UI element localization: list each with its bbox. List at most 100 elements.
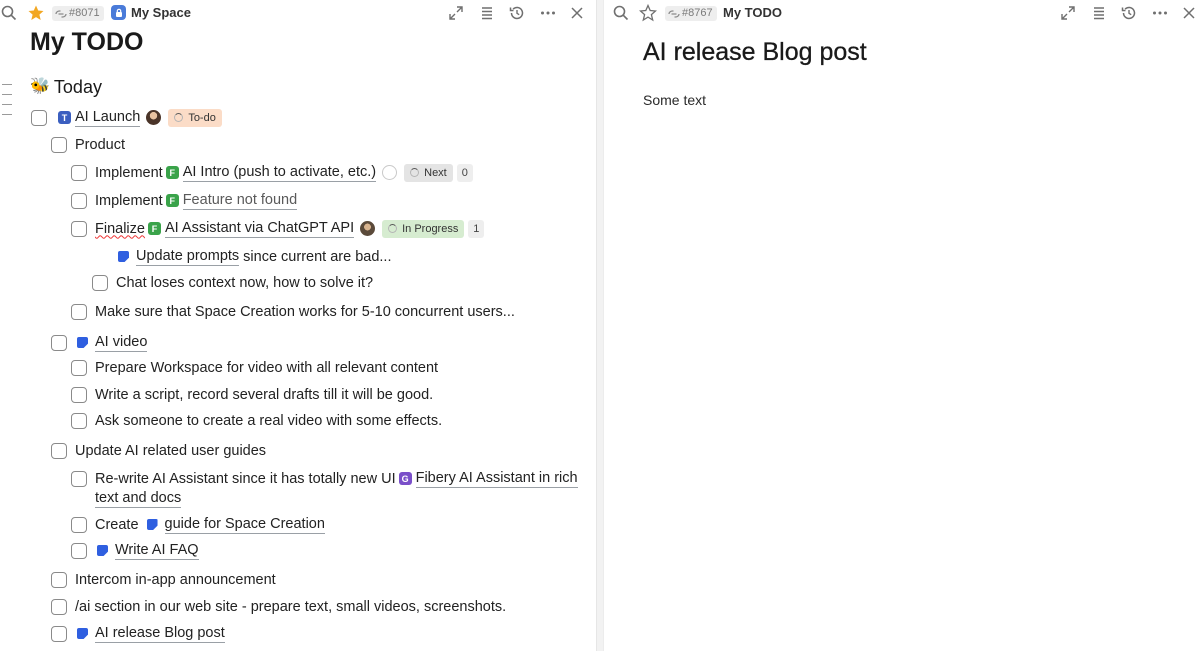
item-link[interactable]: AI Launch	[75, 108, 141, 127]
guide-type-icon: G	[398, 472, 412, 485]
item-link[interactable]: Fibery AI Assistant in rich	[415, 469, 578, 488]
entity-id-badge[interactable]: #8071	[52, 6, 104, 21]
history-icon[interactable]	[1120, 4, 1138, 22]
item-link[interactable]: Update prompts	[136, 247, 240, 266]
feature-type-icon: F	[165, 194, 179, 207]
item-link[interactable]: Write AI FAQ	[115, 541, 199, 560]
list-item[interactable]: Make sure that Space Creation works for …	[71, 303, 515, 321]
outline-markers[interactable]	[2, 84, 12, 124]
breadcrumb-space[interactable]: My Space	[131, 5, 191, 21]
list-item[interactable]: AI video	[51, 333, 148, 352]
list-item[interactable]: AI release Blog post	[51, 624, 225, 643]
avatar[interactable]	[146, 110, 162, 125]
more-icon[interactable]	[1151, 4, 1169, 22]
list-item[interactable]: /ai section in our web site - prepare te…	[51, 598, 506, 616]
document-icon	[118, 251, 129, 262]
checkbox[interactable]	[51, 137, 67, 153]
item-link[interactable]: AI Assistant via ChatGPT API	[164, 219, 355, 238]
page-title[interactable]: AI release Blog post	[643, 37, 867, 67]
document-icon	[77, 337, 88, 348]
pane-divider[interactable]	[596, 0, 604, 651]
checkbox[interactable]	[71, 516, 87, 533]
checkbox[interactable]	[71, 192, 87, 209]
list-item[interactable]: Write AI FAQ	[71, 541, 199, 560]
count-badge: 1	[468, 219, 485, 238]
list-item[interactable]: Write a script, record several drafts ti…	[71, 386, 433, 404]
outline-icon[interactable]	[1090, 4, 1108, 22]
list-item[interactable]: Create guide for Space Creation	[71, 515, 325, 534]
item-link[interactable]: AI video	[95, 333, 148, 352]
bee-icon: 🐝	[30, 78, 50, 95]
history-icon[interactable]	[508, 4, 526, 22]
checkbox[interactable]	[71, 164, 87, 181]
search-icon[interactable]	[612, 4, 630, 22]
item-prefix: Implement	[95, 192, 163, 209]
search-icon[interactable]	[0, 4, 18, 22]
checkbox[interactable]	[51, 334, 67, 351]
item-text: Chat loses context now, how to solve it?	[116, 275, 374, 291]
outline-icon[interactable]	[478, 4, 496, 22]
checkbox[interactable]	[71, 387, 87, 403]
star-icon[interactable]	[27, 4, 45, 22]
expand-icon[interactable]	[447, 4, 465, 22]
item-link[interactable]: Feature not found	[182, 191, 298, 210]
item-link[interactable]: guide for Space Creation	[164, 515, 325, 534]
list-item[interactable]: Prepare Workspace for video with all rel…	[71, 359, 438, 377]
list-item[interactable]: Re-write AI Assistant since it has total…	[71, 469, 578, 488]
entity-id-badge[interactable]: #8767	[665, 6, 717, 21]
item-text: Update AI related user guides	[75, 443, 267, 459]
checkbox[interactable]	[71, 360, 87, 376]
checkbox[interactable]	[92, 275, 108, 291]
checkbox[interactable]	[71, 470, 87, 487]
status-icon	[388, 224, 398, 233]
breadcrumb-parent[interactable]: My TODO	[723, 5, 782, 21]
entity-id: #8071	[69, 7, 100, 19]
close-icon[interactable]	[1180, 4, 1198, 22]
space-icon	[111, 5, 126, 20]
list-item[interactable]: Implement F Feature not found	[71, 191, 298, 210]
list-item[interactable]: Ask someone to create a real video with …	[71, 412, 442, 430]
item-text: Ask someone to create a real video with …	[95, 413, 443, 429]
expand-icon[interactable]	[1059, 4, 1077, 22]
status-badge[interactable]: In Progress	[382, 219, 465, 238]
checkbox[interactable]	[51, 599, 67, 615]
checkbox[interactable]	[51, 625, 67, 642]
item-text: Write a script, record several drafts ti…	[95, 387, 434, 403]
item-link[interactable]: AI release Blog post	[95, 624, 225, 643]
list-item[interactable]: Implement F AI Intro (push to activate, …	[71, 163, 473, 182]
checkbox[interactable]	[71, 542, 87, 559]
item-text: since current are bad...	[243, 248, 392, 265]
list-item[interactable]: Update AI related user guides	[51, 442, 266, 460]
checkbox[interactable]	[51, 443, 67, 459]
status-icon	[410, 168, 420, 177]
empty-avatar[interactable]	[382, 165, 398, 180]
list-item[interactable]: Product	[51, 136, 125, 154]
list-item[interactable]: Chat loses context now, how to solve it?	[92, 274, 373, 292]
item-text: Prepare Workspace for video with all rel…	[95, 360, 439, 376]
checkbox[interactable]	[31, 109, 47, 126]
list-item[interactable]: Finalize F AI Assistant via ChatGPT API …	[71, 219, 485, 238]
item-prefix: Create	[95, 516, 139, 533]
item-link-continued[interactable]: text and docs	[95, 489, 182, 508]
feature-type-icon: F	[165, 166, 179, 179]
avatar[interactable]	[360, 221, 376, 236]
checkbox[interactable]	[51, 572, 67, 588]
document-icon	[77, 628, 88, 639]
checkbox[interactable]	[71, 220, 87, 237]
list-item[interactable]: Intercom in-app announcement	[51, 571, 276, 589]
list-item[interactable]: Update prompts since current are bad...	[116, 247, 391, 266]
entity-id: #8767	[682, 7, 713, 19]
item-link[interactable]: AI Intro (push to activate, etc.)	[182, 163, 377, 182]
checkbox[interactable]	[71, 413, 87, 429]
list-item[interactable]: T AI Launch To-do	[31, 108, 222, 127]
document-body[interactable]: Some text	[643, 92, 706, 108]
more-icon[interactable]	[539, 4, 557, 22]
status-badge[interactable]: Next	[404, 163, 453, 182]
right-topbar: #8767 My TODO	[604, 0, 1200, 26]
status-badge[interactable]: To-do	[168, 108, 222, 127]
star-outline-icon[interactable]	[639, 4, 657, 22]
checkbox[interactable]	[71, 304, 87, 320]
page-title: My TODO	[30, 28, 144, 56]
close-icon[interactable]	[568, 4, 586, 22]
list-item-continuation[interactable]: text and docs	[95, 489, 182, 508]
